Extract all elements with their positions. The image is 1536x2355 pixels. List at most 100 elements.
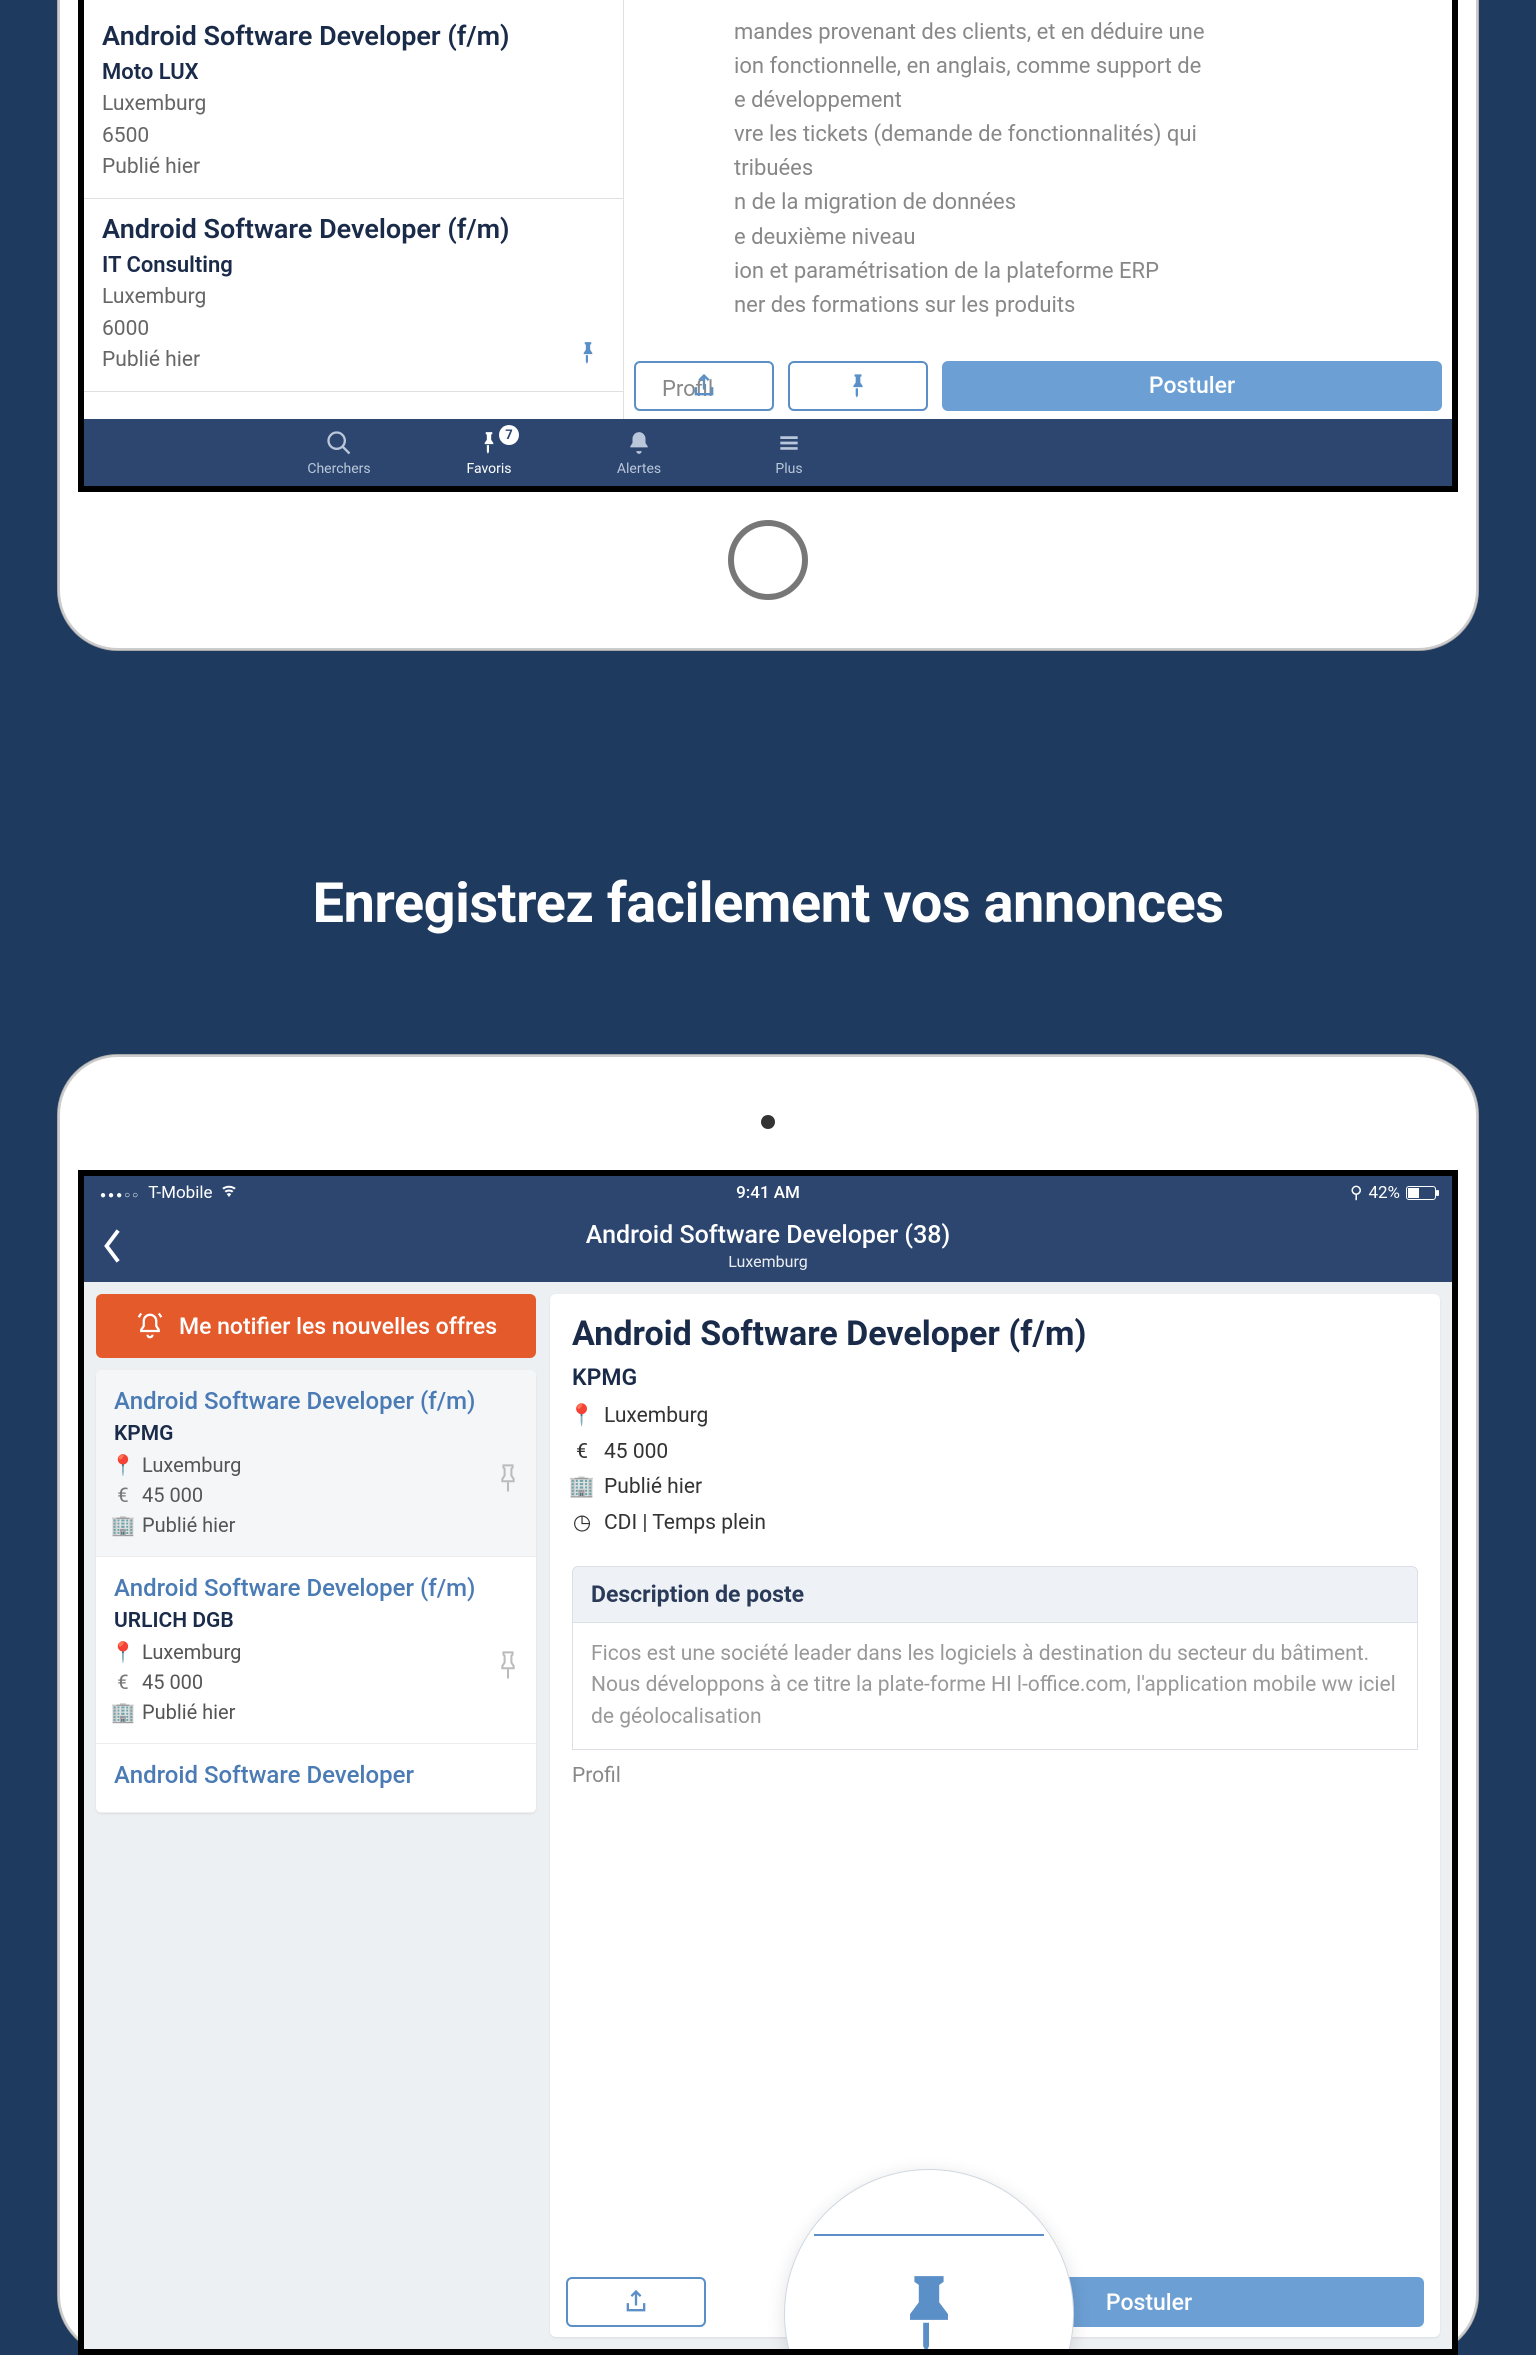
header-subtitle: Luxemburg <box>728 1252 807 1271</box>
menu-icon <box>776 428 802 458</box>
job-detail-panel: mandes provenant des clients, et en dédu… <box>624 0 1452 419</box>
app-header: Android Software Developer (38) Luxembur… <box>84 1210 1452 1282</box>
detail-title: Android Software Developer (f/m) <box>572 1314 1418 1354</box>
nav-more[interactable]: Plus <box>714 419 864 486</box>
job-salary: 6500 <box>102 121 605 153</box>
list-title: Android Software Developer <box>114 1760 518 1790</box>
profil-label: Profil <box>572 1764 1418 1788</box>
list-posted: Publié hier <box>142 1510 235 1540</box>
detail-text: mandes provenant des clients, et en dédu… <box>644 16 1432 50</box>
pin-outline-icon[interactable] <box>494 1649 522 1687</box>
job-company: Moto LUX <box>102 60 605 85</box>
nav-label: Favoris <box>466 461 511 477</box>
pin-location-icon: 📍 <box>572 1399 592 1435</box>
job-location: Luxemburg <box>102 282 605 314</box>
building-icon: 🏢 <box>114 1510 132 1540</box>
list-item[interactable]: Android Software Developer (f/m) URLICH … <box>96 1557 536 1744</box>
screen-top: Android Software Developer (f/m) Moto LU… <box>78 0 1458 492</box>
nav-favorites[interactable]: Favoris 7 <box>414 419 564 486</box>
list-location: Luxemburg <box>142 1637 241 1667</box>
job-row[interactable]: Android Software Developer (f/m) Moto LU… <box>84 6 623 199</box>
detail-salary: 45 000 <box>604 1435 668 1471</box>
euro-icon: € <box>114 1480 132 1510</box>
detail-text: e développement <box>644 84 1432 118</box>
detail-panel: Android Software Developer (f/m) KPMG 📍 L… <box>550 1294 1440 2337</box>
tablet-frame-top: Android Software Developer (f/m) Moto LU… <box>58 0 1478 650</box>
list-title: Android Software Developer (f/m) <box>114 1386 518 1416</box>
list-item[interactable]: Android Software Developer <box>96 1744 536 1813</box>
notify-label: Me notifier les nouvelles offres <box>179 1313 497 1340</box>
detail-text: tribuées <box>644 152 1432 186</box>
detail-text: ion fonctionnelle, en anglais, comme sup… <box>644 50 1432 84</box>
body: Me notifier les nouvelles offres Android… <box>84 1282 1452 2349</box>
nav-badge: 7 <box>499 425 519 445</box>
clock-icon: ◷ <box>572 1506 592 1542</box>
euro-icon: € <box>114 1667 132 1697</box>
building-icon: 🏢 <box>114 1697 132 1727</box>
nav-alerts[interactable]: Alertes <box>564 419 714 486</box>
detail-text: vre les tickets (demande de fonctionnali… <box>644 118 1432 152</box>
clock: 9:41 AM <box>84 1183 1452 1203</box>
detail-company: KPMG <box>572 1364 1418 1391</box>
pin-location-icon: 📍 <box>114 1450 132 1480</box>
job-posted: Publié hier <box>102 152 605 184</box>
list-salary: 45 000 <box>142 1667 203 1697</box>
detail-text: ner des formations sur les produits <box>644 289 1432 323</box>
apply-button[interactable]: Postuler <box>942 361 1442 411</box>
job-title: Android Software Developer (f/m) <box>102 20 605 52</box>
detail-text: ion et paramétrisation de la plateforme … <box>644 255 1432 289</box>
job-row[interactable]: Android Software Developer (f/m) IT Cons… <box>84 199 623 392</box>
job-posted: Publié hier <box>102 345 605 377</box>
action-row: Postuler <box>634 361 1442 411</box>
status-bar: T-Mobile 9:41 AM ⚲ 42% <box>84 1176 1452 1210</box>
left-column: Me notifier les nouvelles offres Android… <box>96 1294 536 2337</box>
job-company: IT Consulting <box>102 253 605 278</box>
detail-text: n de la migration de données <box>644 186 1432 220</box>
job-salary: 6000 <box>102 314 605 346</box>
nav-label: Plus <box>775 461 802 477</box>
detail-location: Luxemburg <box>604 1399 708 1435</box>
section-heading: Description de poste <box>572 1566 1418 1623</box>
bottom-nav: Cherchers Favoris 7 Alertes Plus <box>84 419 1452 486</box>
result-list: Android Software Developer (f/m) KPMG 📍 L… <box>96 1370 536 1813</box>
promo-headline: Enregistrez facilement vos annonces <box>0 870 1536 936</box>
list-location: Luxemburg <box>142 1450 241 1480</box>
list-company: URLICH DGB <box>114 1609 518 1633</box>
list-posted: Publié hier <box>142 1697 235 1727</box>
nav-label: Cherchers <box>307 461 370 477</box>
list-title: Android Software Developer (f/m) <box>114 1573 518 1603</box>
share-button[interactable] <box>634 361 774 411</box>
list-item[interactable]: Android Software Developer (f/m) KPMG 📍 L… <box>96 1370 536 1557</box>
header-title: Android Software Developer (38) <box>586 1221 951 1250</box>
detail-contract: CDI | Temps plein <box>604 1506 766 1542</box>
pin-icon <box>894 2269 964 2355</box>
tablet-frame-bottom: T-Mobile 9:41 AM ⚲ 42% Android Software … <box>58 1055 1478 2355</box>
job-location: Luxemburg <box>102 89 605 121</box>
screen-bottom: T-Mobile 9:41 AM ⚲ 42% Android Software … <box>78 1170 1458 2355</box>
euro-icon: € <box>572 1435 592 1471</box>
pin-icon[interactable] <box>575 340 601 373</box>
pin-icon <box>476 428 502 458</box>
list-salary: 45 000 <box>142 1480 203 1510</box>
job-list-panel: Android Software Developer (f/m) Moto LU… <box>84 0 624 419</box>
detail-posted: Publié hier <box>604 1470 702 1506</box>
battery-icon <box>1406 1186 1436 1200</box>
detail-text: e deuxième niveau <box>644 221 1432 255</box>
search-icon <box>325 428 353 458</box>
pin-outline-icon[interactable] <box>494 1462 522 1500</box>
back-button[interactable] <box>102 1228 124 1268</box>
camera-dot <box>761 1115 775 1129</box>
share-button[interactable] <box>566 2277 706 2327</box>
pin-button[interactable] <box>788 361 928 411</box>
building-icon: 🏢 <box>572 1470 592 1506</box>
list-company: KPMG <box>114 1422 518 1446</box>
section-body: Ficos est une société leader dans les lo… <box>572 1623 1418 1751</box>
home-button[interactable] <box>728 520 808 600</box>
bell-ring-icon <box>135 1311 165 1341</box>
pin-location-icon: 📍 <box>114 1637 132 1667</box>
nav-search[interactable]: Cherchers <box>264 419 414 486</box>
job-title: Android Software Developer (f/m) <box>102 213 605 245</box>
nav-label: Alertes <box>617 461 661 477</box>
bell-icon <box>626 428 652 458</box>
notify-button[interactable]: Me notifier les nouvelles offres <box>96 1294 536 1358</box>
